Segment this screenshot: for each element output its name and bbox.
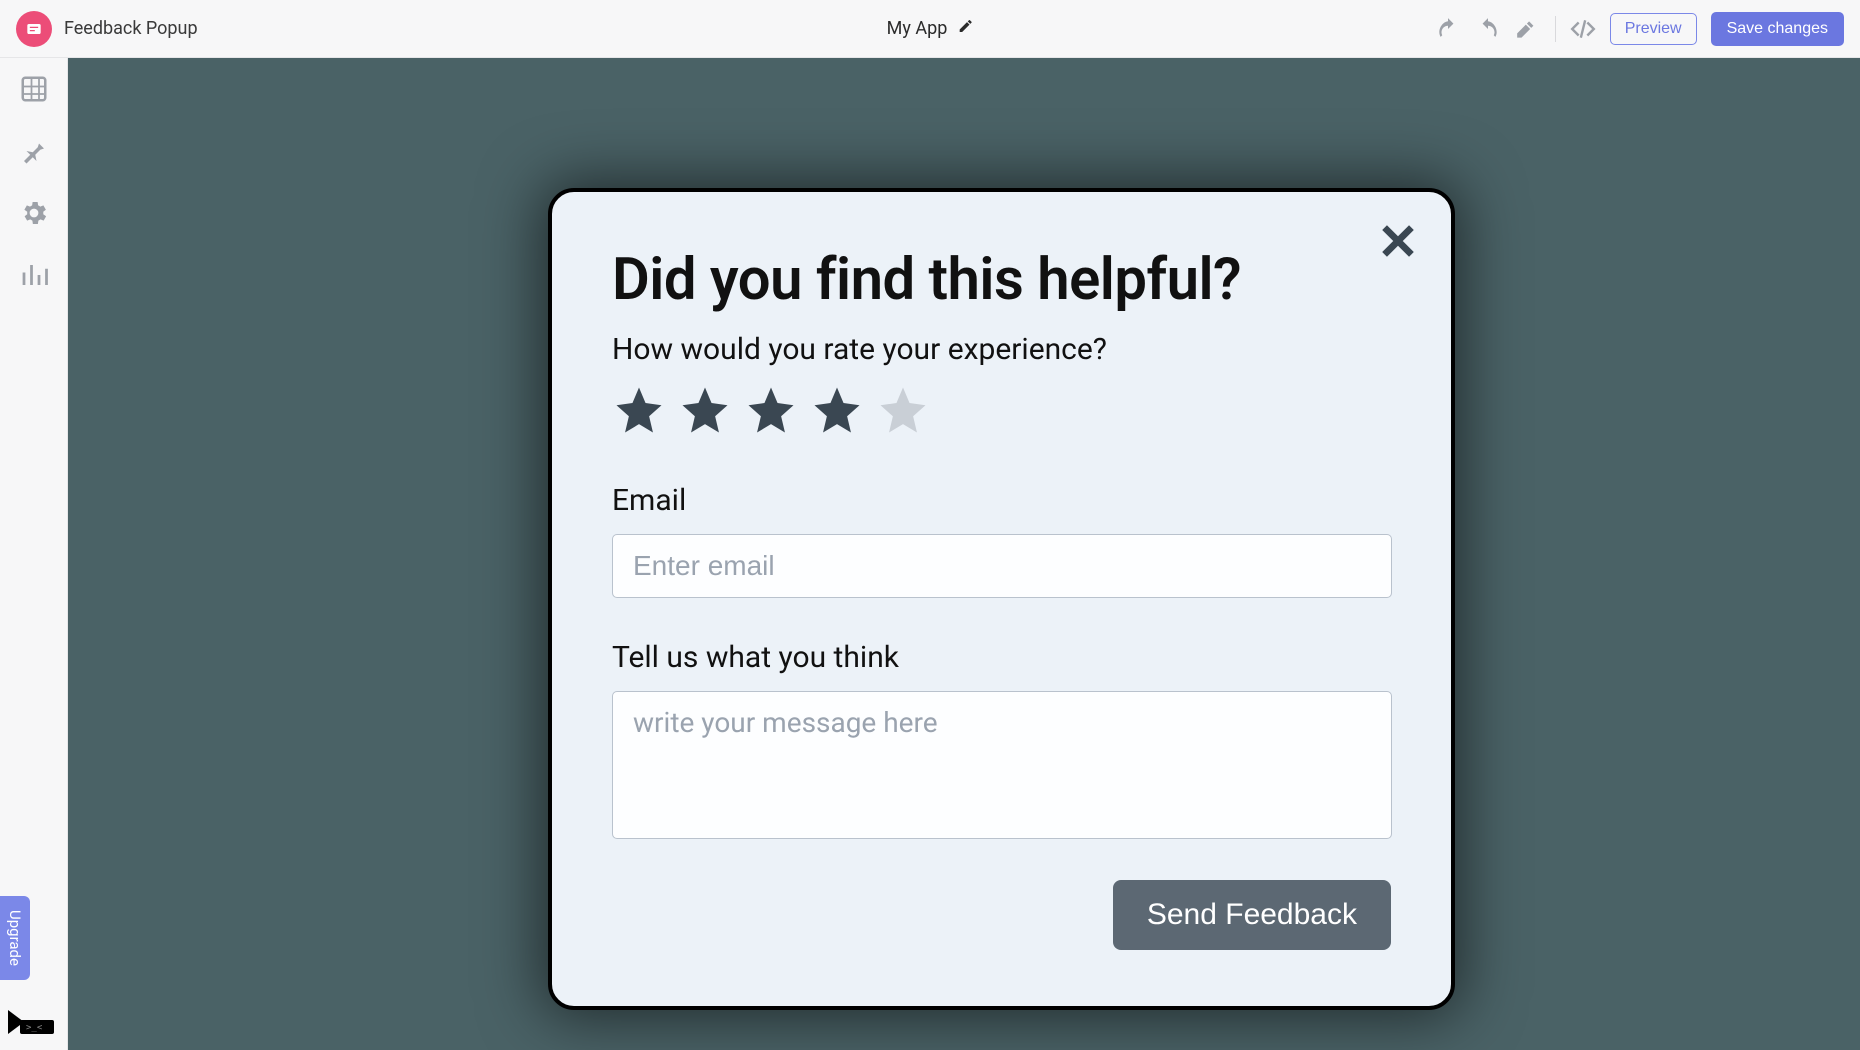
- hammer-icon[interactable]: [1515, 16, 1541, 42]
- popup-subheading: How would you rate your experience?: [612, 332, 1391, 367]
- email-label: Email: [612, 483, 1391, 518]
- send-feedback-button[interactable]: Send Feedback: [1113, 880, 1391, 950]
- chart-icon[interactable]: [19, 260, 49, 294]
- app-name[interactable]: My App: [887, 18, 948, 39]
- star-4[interactable]: [810, 383, 864, 441]
- code-icon[interactable]: [1570, 16, 1596, 42]
- pin-icon[interactable]: [19, 136, 49, 170]
- undo-icon[interactable]: [1435, 16, 1461, 42]
- star-1[interactable]: [612, 383, 666, 441]
- preview-button[interactable]: Preview: [1610, 13, 1697, 45]
- star-3[interactable]: [744, 383, 798, 441]
- popup-heading: Did you find this helpful?: [612, 246, 1391, 314]
- message-field[interactable]: [612, 691, 1392, 839]
- terminal-icon[interactable]: >_<: [6, 1008, 56, 1040]
- save-changes-button[interactable]: Save changes: [1711, 12, 1844, 46]
- page-title: Feedback Popup: [64, 18, 198, 39]
- close-icon[interactable]: [1375, 218, 1421, 268]
- svg-text:>_<: >_<: [26, 1023, 43, 1033]
- star-5[interactable]: [876, 383, 930, 441]
- grid-icon[interactable]: [19, 74, 49, 108]
- editor-canvas: Did you find this helpful? How would you…: [68, 58, 1860, 1050]
- message-label: Tell us what you think: [612, 640, 1391, 675]
- star-rating: [612, 383, 1391, 441]
- app-logo: [16, 11, 52, 47]
- star-2[interactable]: [678, 383, 732, 441]
- feedback-popup: Did you find this helpful? How would you…: [548, 188, 1455, 1010]
- topbar: Feedback Popup My App Preview Save chang…: [0, 0, 1860, 58]
- upgrade-button[interactable]: Upgrade: [0, 896, 30, 980]
- pencil-icon[interactable]: [957, 18, 973, 39]
- gear-icon[interactable]: [19, 198, 49, 232]
- redo-icon[interactable]: [1475, 16, 1501, 42]
- email-field[interactable]: [612, 534, 1392, 598]
- divider: [1555, 16, 1556, 42]
